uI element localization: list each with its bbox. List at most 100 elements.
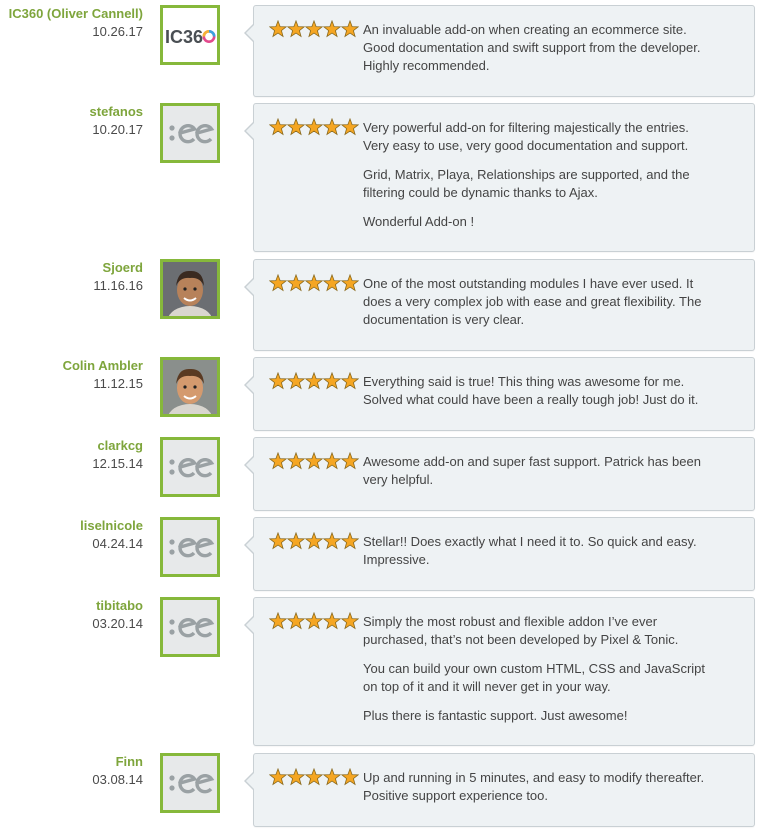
avatar[interactable] xyxy=(160,103,220,163)
star-icon xyxy=(340,117,360,136)
author-name-link[interactable]: liselnicole xyxy=(80,519,143,533)
star-icon xyxy=(304,19,324,38)
review-item: IC360 (Oliver Cannell) 10.26.17 IC36 An inv… xyxy=(0,5,772,100)
star-icon xyxy=(340,531,360,550)
review-bubble: Simply the most robust and flexible addo… xyxy=(244,597,755,746)
bubble-pointer-fill xyxy=(246,376,255,394)
star-icon xyxy=(304,611,324,630)
star-icon xyxy=(304,531,324,550)
author-name-link[interactable]: stefanos xyxy=(90,105,143,119)
avatar[interactable] xyxy=(160,437,220,497)
bubble-pointer-fill xyxy=(246,24,255,42)
review-paragraph: Up and running in 5 minutes, and easy to… xyxy=(363,770,705,803)
review-paragraph: One of the most outstanding modules I ha… xyxy=(363,276,702,327)
author-name-link[interactable]: Colin Ambler xyxy=(63,359,143,373)
star-icon xyxy=(322,117,342,136)
review-author-block: IC360 (Oliver Cannell) 10.26.17 xyxy=(9,6,143,39)
ee-logo-icon xyxy=(169,124,215,144)
review-paragraph: Simply the most robust and flexible addo… xyxy=(363,614,679,647)
author-name-link[interactable]: tibitabo xyxy=(92,599,143,613)
review-bubble: Very powerful add-on for filtering majes… xyxy=(244,103,755,252)
review-paragraph: Wonderful Add-on ! xyxy=(363,214,475,229)
author-name-link[interactable]: Sjoerd xyxy=(93,261,143,275)
review-item: Colin Ambler 11.12.15 Everything said is t… xyxy=(0,357,772,434)
ic360-logo-icon: IC36 xyxy=(165,27,216,47)
review-date: 03.08.14 xyxy=(92,772,143,787)
review-date: 12.15.14 xyxy=(92,456,143,471)
review-item: tibitabo 03.20.14 Simply the most robust a… xyxy=(0,597,772,749)
author-name-link[interactable]: IC360 (Oliver Cannell) xyxy=(9,7,143,21)
avatar[interactable] xyxy=(160,357,220,417)
star-icon xyxy=(340,451,360,470)
avatar[interactable] xyxy=(160,517,220,577)
reviews-page: { "colors": {"author": "#7ea53c", "avata… xyxy=(0,0,772,830)
star-rating xyxy=(268,117,360,136)
ee-logo-icon xyxy=(169,538,215,558)
review-date: 10.26.17 xyxy=(92,24,143,39)
star-rating xyxy=(268,371,360,390)
star-icon xyxy=(304,451,324,470)
review-text: One of the most outstanding modules I ha… xyxy=(363,275,718,340)
review-bubble: Awesome add-on and super fast support. P… xyxy=(244,437,755,511)
review-paragraph: An invaluable add-on when creating an ec… xyxy=(363,22,701,73)
review-date: 11.12.15 xyxy=(93,376,143,391)
star-icon xyxy=(322,611,342,630)
review-bubble: An invaluable add-on when creating an ec… xyxy=(244,5,755,97)
svg-text:IC36: IC36 xyxy=(165,27,203,47)
star-icon xyxy=(322,451,342,470)
review-bubble: Stellar!! Does exactly what I need it to… xyxy=(244,517,755,591)
review-text: Awesome add-on and super fast support. P… xyxy=(363,453,718,500)
bubble-pointer-fill xyxy=(246,278,255,296)
review-date: 10.20.17 xyxy=(92,122,143,137)
avatar[interactable]: IC36 xyxy=(160,5,220,65)
user-photo-icon xyxy=(163,360,217,414)
star-rating xyxy=(268,451,360,470)
review-item: liselnicole 04.24.14 Stellar!! Does exactl… xyxy=(0,517,772,594)
review-text: An invaluable add-on when creating an ec… xyxy=(363,21,718,86)
star-icon xyxy=(286,767,306,786)
star-icon xyxy=(322,767,342,786)
author-name-link[interactable]: clarkcg xyxy=(92,439,143,453)
star-icon xyxy=(286,19,306,38)
author-name-link[interactable]: Finn xyxy=(92,755,143,769)
star-icon xyxy=(286,531,306,550)
avatar[interactable] xyxy=(160,597,220,657)
user-photo-icon xyxy=(163,262,217,316)
bubble-pointer-fill xyxy=(246,456,255,474)
review-item: Sjoerd 11.16.16 One of the most outstandin… xyxy=(0,259,772,354)
bubble-pointer-fill xyxy=(246,772,255,790)
review-paragraph: You can build your own custom HTML, CSS … xyxy=(363,661,706,694)
bubble-pointer-fill xyxy=(246,616,255,634)
star-rating xyxy=(268,19,360,38)
review-paragraph: Everything said is true! This thing was … xyxy=(363,374,699,407)
review-text: Very powerful add-on for filtering majes… xyxy=(363,119,718,242)
star-rating xyxy=(268,273,360,292)
avatar[interactable] xyxy=(160,753,220,813)
star-icon xyxy=(304,273,324,292)
star-icon xyxy=(286,371,306,390)
review-date: 11.16.16 xyxy=(93,278,143,293)
review-author-block: tibitabo 03.20.14 xyxy=(92,598,143,631)
review-bubble: One of the most outstanding modules I ha… xyxy=(244,259,755,351)
star-icon xyxy=(286,117,306,136)
review-date: 03.20.14 xyxy=(92,616,143,631)
star-icon xyxy=(286,451,306,470)
review-paragraph: Plus there is fantastic support. Just aw… xyxy=(363,708,628,723)
star-rating xyxy=(268,767,360,786)
avatar[interactable] xyxy=(160,259,220,319)
review-author-block: Finn 03.08.14 xyxy=(92,754,143,787)
star-icon xyxy=(340,273,360,292)
star-icon xyxy=(322,273,342,292)
star-icon xyxy=(322,531,342,550)
review-paragraph: Stellar!! Does exactly what I need it to… xyxy=(363,534,697,567)
review-item: Finn 03.08.14 Up and running in 5 minutes,… xyxy=(0,753,772,830)
review-author-block: Sjoerd 11.16.16 xyxy=(93,260,143,293)
ee-logo-icon xyxy=(169,774,215,794)
review-date: 04.24.14 xyxy=(92,536,143,551)
star-rating xyxy=(268,611,360,630)
review-text: Stellar!! Does exactly what I need it to… xyxy=(363,533,718,580)
review-item: stefanos 10.20.17 Very powerful add-on for… xyxy=(0,103,772,255)
review-text: Up and running in 5 minutes, and easy to… xyxy=(363,769,718,816)
star-icon xyxy=(340,767,360,786)
star-icon xyxy=(322,19,342,38)
